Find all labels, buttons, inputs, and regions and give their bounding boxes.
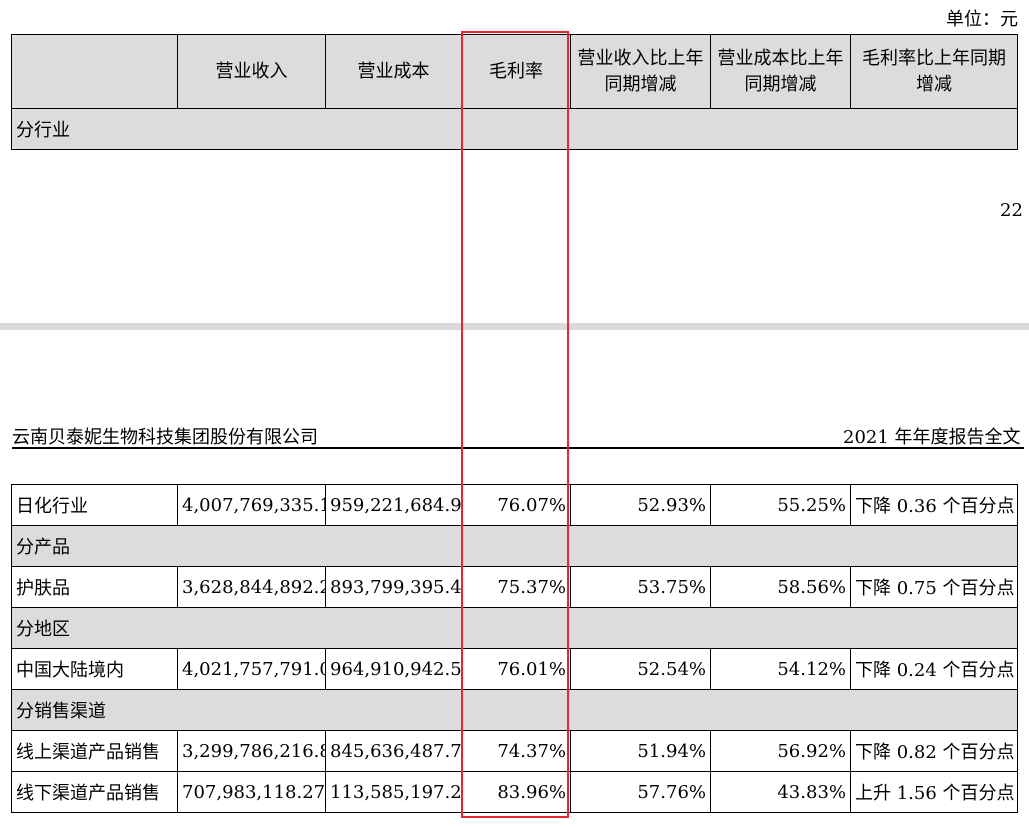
row-name: 日化行业 xyxy=(11,484,178,526)
cell-margin: 76.07% xyxy=(461,484,571,526)
row-name: 护肤品 xyxy=(11,566,178,608)
row-name: 中国大陆境内 xyxy=(11,648,178,690)
cell-cost: 893,799,395.40 xyxy=(325,566,462,608)
cell-revenue: 3,299,786,216.86 xyxy=(177,730,326,772)
cell-margin: 74.37% xyxy=(461,730,571,772)
section-label: 分产品 xyxy=(11,525,1018,567)
cell-margin-change: 下降 0.82 个百分点 xyxy=(850,730,1018,772)
cell-revenue-change: 57.76% xyxy=(570,771,711,813)
report-title: 2021 年年度报告全文 xyxy=(843,427,1021,448)
header-table: 营业收入 营业成本 毛利率 营业收入比上年同期增减 营业成本比上年同期增减 毛利… xyxy=(11,34,1018,150)
cell-cost: 113,585,197.20 xyxy=(325,771,462,813)
cell-margin: 75.37% xyxy=(461,566,571,608)
cell-margin-change: 下降 0.75 个百分点 xyxy=(850,566,1018,608)
cell-margin-change: 下降 0.24 个百分点 xyxy=(850,648,1018,690)
table-row: 线下渠道产品销售 707,983,118.27 113,585,197.20 83.9… xyxy=(11,771,1018,813)
cell-revenue-change: 53.75% xyxy=(570,566,711,608)
cell-revenue: 4,007,769,335.13 xyxy=(177,484,326,526)
cell-cost: 964,910,942.55 xyxy=(325,648,462,690)
page-number: 22 xyxy=(1000,200,1023,221)
header-cost-change: 营业成本比上年同期增减 xyxy=(710,34,851,109)
cell-cost: 959,221,684.98 xyxy=(325,484,462,526)
section-label: 分销售渠道 xyxy=(11,689,1018,731)
cell-revenue-change: 52.93% xyxy=(570,484,711,526)
cell-margin-change: 下降 0.36 个百分点 xyxy=(850,484,1018,526)
section-row: 分销售渠道 xyxy=(11,689,1018,731)
cell-cost-change: 54.12% xyxy=(710,648,851,690)
section-label: 分地区 xyxy=(11,607,1018,649)
header-rule xyxy=(12,447,1024,449)
cell-cost: 845,636,487.78 xyxy=(325,730,462,772)
header-revenue-change: 营业收入比上年同期增减 xyxy=(570,34,711,109)
cell-revenue-change: 51.94% xyxy=(570,730,711,772)
header-margin: 毛利率 xyxy=(461,34,571,109)
row-name: 线上渠道产品销售 xyxy=(11,730,178,772)
data-table: 日化行业4,007,769,335.13959,221,684.9876.07%… xyxy=(11,484,1018,813)
cell-revenue: 707,983,118.27 xyxy=(177,771,326,813)
header-cost: 营业成本 xyxy=(325,34,462,109)
cell-cost-change: 43.83% xyxy=(710,771,851,813)
cell-revenue-change: 52.54% xyxy=(570,648,711,690)
section-row: 分地区 xyxy=(11,607,1018,649)
header-margin-change: 毛利率比上年同期增减 xyxy=(850,34,1018,109)
cell-revenue: 3,628,844,892.25 xyxy=(177,566,326,608)
table-row: 护肤品3,628,844,892.25893,799,395.4075.37%5… xyxy=(11,566,1018,608)
table-row: 线上渠道产品销售3,299,786,216.86845,636,487.7874… xyxy=(11,730,1018,772)
header-blank xyxy=(11,34,178,109)
table-row: 日化行业4,007,769,335.13959,221,684.9876.07%… xyxy=(11,484,1018,526)
page-break-band xyxy=(0,323,1029,330)
cell-cost-change: 58.56% xyxy=(710,566,851,608)
section-row: 分产品 xyxy=(11,525,1018,567)
header-revenue: 营业收入 xyxy=(177,34,326,109)
section-industry: 分行业 xyxy=(11,108,1018,150)
row-name: 线下渠道产品销售 xyxy=(11,771,178,813)
company-name: 云南贝泰妮生物科技集团股份有限公司 xyxy=(12,427,318,448)
cell-margin: 83.96% xyxy=(461,771,571,813)
cell-cost-change: 56.92% xyxy=(710,730,851,772)
table-row: 中国大陆境内4,021,757,791.07964,910,942.5576.0… xyxy=(11,648,1018,690)
cell-margin-change: 上升 1.56 个百分点 xyxy=(850,771,1018,813)
unit-label: 单位：元 xyxy=(946,9,1018,30)
cell-cost-change: 55.25% xyxy=(710,484,851,526)
cell-revenue: 4,021,757,791.07 xyxy=(177,648,326,690)
cell-margin: 76.01% xyxy=(461,648,571,690)
